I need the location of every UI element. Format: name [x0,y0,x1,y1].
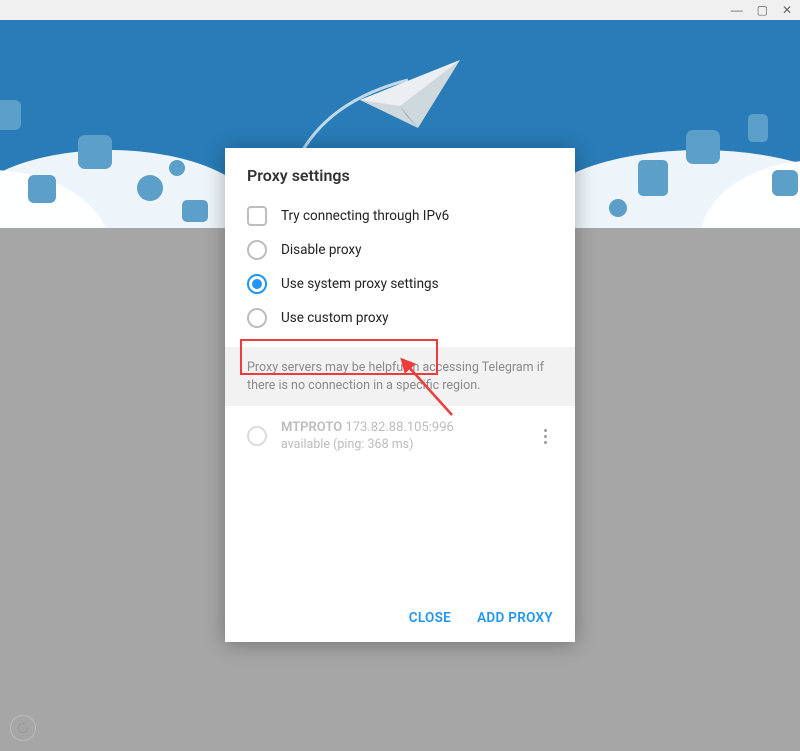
option-disable-proxy[interactable]: Disable proxy [247,233,553,267]
option-label: Try connecting through IPv6 [281,208,449,224]
radio-icon [247,308,267,328]
dialog-footer: CLOSE ADD PROXY [225,594,575,642]
close-button[interactable]: CLOSE [409,610,451,626]
dialog-title: Proxy settings [225,148,575,199]
proxy-status: available (ping: 368 ms) [281,437,524,452]
proxy-address: 173.82.88.105:996 [345,420,453,435]
refresh-icon [16,721,30,735]
radio-icon [247,426,267,446]
kebab-menu-icon[interactable] [538,423,553,450]
proxy-settings-dialog: Proxy settings Try connecting through IP… [225,148,575,642]
radio-icon [247,240,267,260]
option-custom-proxy[interactable]: Use custom proxy [247,301,553,335]
proxy-list-item[interactable]: MTPROTO 173.82.88.105:996 available (pin… [225,406,575,466]
minimize-button[interactable]: — [731,4,743,16]
proxy-details: MTPROTO 173.82.88.105:996 available (pin… [281,420,524,452]
option-label: Use system proxy settings [281,276,439,292]
refresh-button[interactable] [10,715,36,741]
window-titlebar: — ▢ ✕ [0,0,800,20]
proxy-options-group: Try connecting through IPv6 Disable prox… [225,199,575,347]
option-label: Disable proxy [281,242,362,258]
radio-icon [247,274,267,294]
info-text: Proxy servers may be helpful in accessin… [225,347,575,406]
close-window-button[interactable]: ✕ [782,4,792,16]
maximize-button[interactable]: ▢ [757,4,768,16]
add-proxy-button[interactable]: ADD PROXY [477,610,553,626]
option-ipv6[interactable]: Try connecting through IPv6 [247,199,553,233]
proxy-protocol: MTPROTO [281,420,342,435]
checkbox-icon [247,206,267,226]
option-label: Use custom proxy [281,310,389,326]
option-system-proxy[interactable]: Use system proxy settings [247,267,553,301]
